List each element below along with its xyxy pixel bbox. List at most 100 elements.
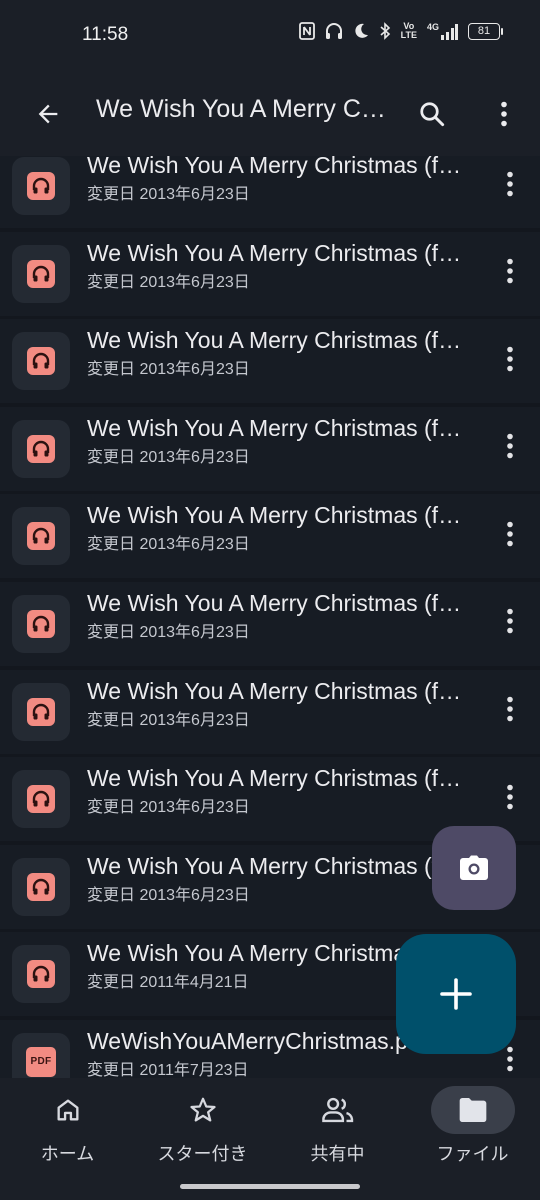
file-thumbnail xyxy=(12,594,70,653)
file-name: We Wish You A Merry Christmas (feat. A C… xyxy=(87,414,462,441)
file-name: We Wish You A Merry Christmas (feat. A C… xyxy=(87,765,462,792)
file-more-button[interactable] xyxy=(492,250,528,298)
back-arrow-icon xyxy=(38,104,58,124)
file-more-button[interactable] xyxy=(492,600,528,648)
volte-icon: Vo LTE xyxy=(401,22,417,40)
scan-camera-button[interactable] xyxy=(432,826,516,910)
nav-home-label: ホーム xyxy=(40,1144,95,1164)
file-more-button[interactable] xyxy=(492,775,528,823)
file-thumbnail xyxy=(12,682,70,741)
battery-icon: 81 xyxy=(468,22,503,40)
audio-file-icon xyxy=(27,522,55,551)
folder-icon xyxy=(459,1098,486,1122)
gesture-handle xyxy=(180,1184,360,1189)
headphones-icon xyxy=(325,22,343,40)
status-time: 11:58 xyxy=(82,24,129,45)
more-vert-icon xyxy=(506,784,514,815)
file-name: We Wish You A Merry Christmas (feat. A C… xyxy=(87,156,462,178)
nav-starred-icon-wrap xyxy=(161,1086,245,1134)
file-row[interactable]: We Wish You A Merry Christmas (feat. A C… xyxy=(0,406,540,491)
file-name: We Wish You A Merry Christmas (feat. A C… xyxy=(87,239,462,266)
nav-starred[interactable]: スター付き xyxy=(135,1086,270,1176)
pdf-file-icon: PDF xyxy=(26,1046,56,1077)
file-row[interactable]: We Wish You A Merry Christmas (feat. A C… xyxy=(0,231,540,316)
plus-icon xyxy=(440,978,472,1010)
file-name: We Wish You A Merry Christmas (feat. A C… xyxy=(87,677,462,704)
file-modified-date: 変更日 2013年6月23日 xyxy=(87,361,250,379)
more-vert-icon xyxy=(506,258,514,289)
file-modified-date: 変更日 2013年6月23日 xyxy=(87,186,250,203)
file-modified-date: 変更日 2011年4月21日 xyxy=(87,974,249,992)
nav-starred-label: スター付き xyxy=(157,1144,248,1164)
file-thumbnail xyxy=(12,332,70,391)
more-vert-icon xyxy=(501,101,507,127)
file-more-button[interactable] xyxy=(492,512,528,560)
nav-home[interactable]: ホーム xyxy=(0,1086,135,1176)
more-vert-icon xyxy=(506,1046,514,1077)
file-thumbnail xyxy=(12,507,70,566)
file-row[interactable]: We Wish You A Merry Christmas (feat. A C… xyxy=(0,319,540,404)
file-more-button[interactable] xyxy=(492,337,528,385)
more-vert-icon xyxy=(506,696,514,727)
camera-icon xyxy=(460,855,488,880)
file-modified-date: 変更日 2013年6月23日 xyxy=(87,711,250,729)
nfc-icon xyxy=(298,22,315,40)
more-vert-icon xyxy=(506,171,514,202)
new-button[interactable] xyxy=(396,934,516,1054)
audio-file-icon xyxy=(27,347,55,376)
nav-files-icon-wrap xyxy=(430,1086,515,1134)
nav-files[interactable]: ファイル xyxy=(405,1086,540,1176)
file-modified-date: 変更日 2013年6月23日 xyxy=(87,536,250,554)
file-more-button[interactable] xyxy=(492,688,528,736)
file-thumbnail xyxy=(12,857,70,916)
audio-file-icon xyxy=(27,872,55,901)
file-modified-date: 変更日 2013年6月23日 xyxy=(87,623,250,641)
people-icon xyxy=(321,1097,353,1123)
file-modified-date: 変更日 2013年6月23日 xyxy=(87,799,250,817)
nav-shared[interactable]: 共有中 xyxy=(270,1086,405,1176)
audio-file-icon xyxy=(27,259,55,288)
more-vert-icon xyxy=(506,521,514,552)
file-name: We Wish You A Merry Christmas (feat. A C… xyxy=(87,327,462,354)
file-row[interactable]: We Wish You A Merry Christmas (feat. A C… xyxy=(0,581,540,666)
nav-home-icon-wrap xyxy=(26,1086,110,1134)
file-thumbnail xyxy=(12,157,70,215)
star-icon xyxy=(189,1097,216,1122)
bottom-navigation: ホーム スター付き 共有中 ファイル xyxy=(0,1078,540,1200)
file-modified-date: 変更日 2013年6月23日 xyxy=(87,273,250,291)
file-row[interactable]: We Wish You A Merry Christmas (feat. A C… xyxy=(0,494,540,579)
file-row[interactable]: We Wish You A Merry Christmas (feat. A C… xyxy=(0,669,540,754)
file-more-button[interactable] xyxy=(492,162,528,210)
search-icon xyxy=(420,102,445,127)
file-more-button[interactable] xyxy=(492,425,528,473)
volte-bottom: LTE xyxy=(400,30,417,40)
page-title: We Wish You A Merry Christmas xyxy=(96,95,386,123)
moon-icon xyxy=(353,23,369,39)
audio-file-icon xyxy=(27,785,55,814)
file-thumbnail xyxy=(12,244,70,303)
status-bar: 11:58 Vo LTE 4G 81 xyxy=(0,0,540,72)
back-button[interactable] xyxy=(24,90,72,138)
signal-icon: 4G xyxy=(426,21,458,40)
home-icon xyxy=(57,1099,79,1121)
file-thumbnail: PDF xyxy=(12,1032,70,1078)
file-name: We Wish You A Merry Christmas (feat. A C… xyxy=(87,502,462,529)
nav-shared-label: 共有中 xyxy=(310,1144,365,1164)
file-modified-date: 変更日 2013年6月23日 xyxy=(87,448,250,466)
nav-files-label: ファイル xyxy=(436,1144,509,1164)
audio-file-icon xyxy=(27,609,55,638)
nav-shared-icon-wrap xyxy=(296,1086,380,1134)
audio-file-icon xyxy=(27,434,55,463)
file-modified-date: 変更日 2011年7月23日 xyxy=(87,1061,249,1078)
search-button[interactable] xyxy=(408,90,456,138)
file-row[interactable]: We Wish You A Merry Christmas (feat. A C… xyxy=(0,156,540,228)
more-options-button[interactable] xyxy=(480,90,528,138)
more-vert-icon xyxy=(506,608,514,639)
audio-file-icon xyxy=(27,697,55,726)
bluetooth-icon xyxy=(379,22,391,40)
more-vert-icon xyxy=(506,433,514,464)
app-bar: We Wish You A Merry Christmas xyxy=(0,72,540,156)
file-modified-date: 変更日 2013年6月23日 xyxy=(87,886,250,904)
audio-file-icon xyxy=(27,960,55,989)
signal-label: 4G xyxy=(426,21,439,32)
